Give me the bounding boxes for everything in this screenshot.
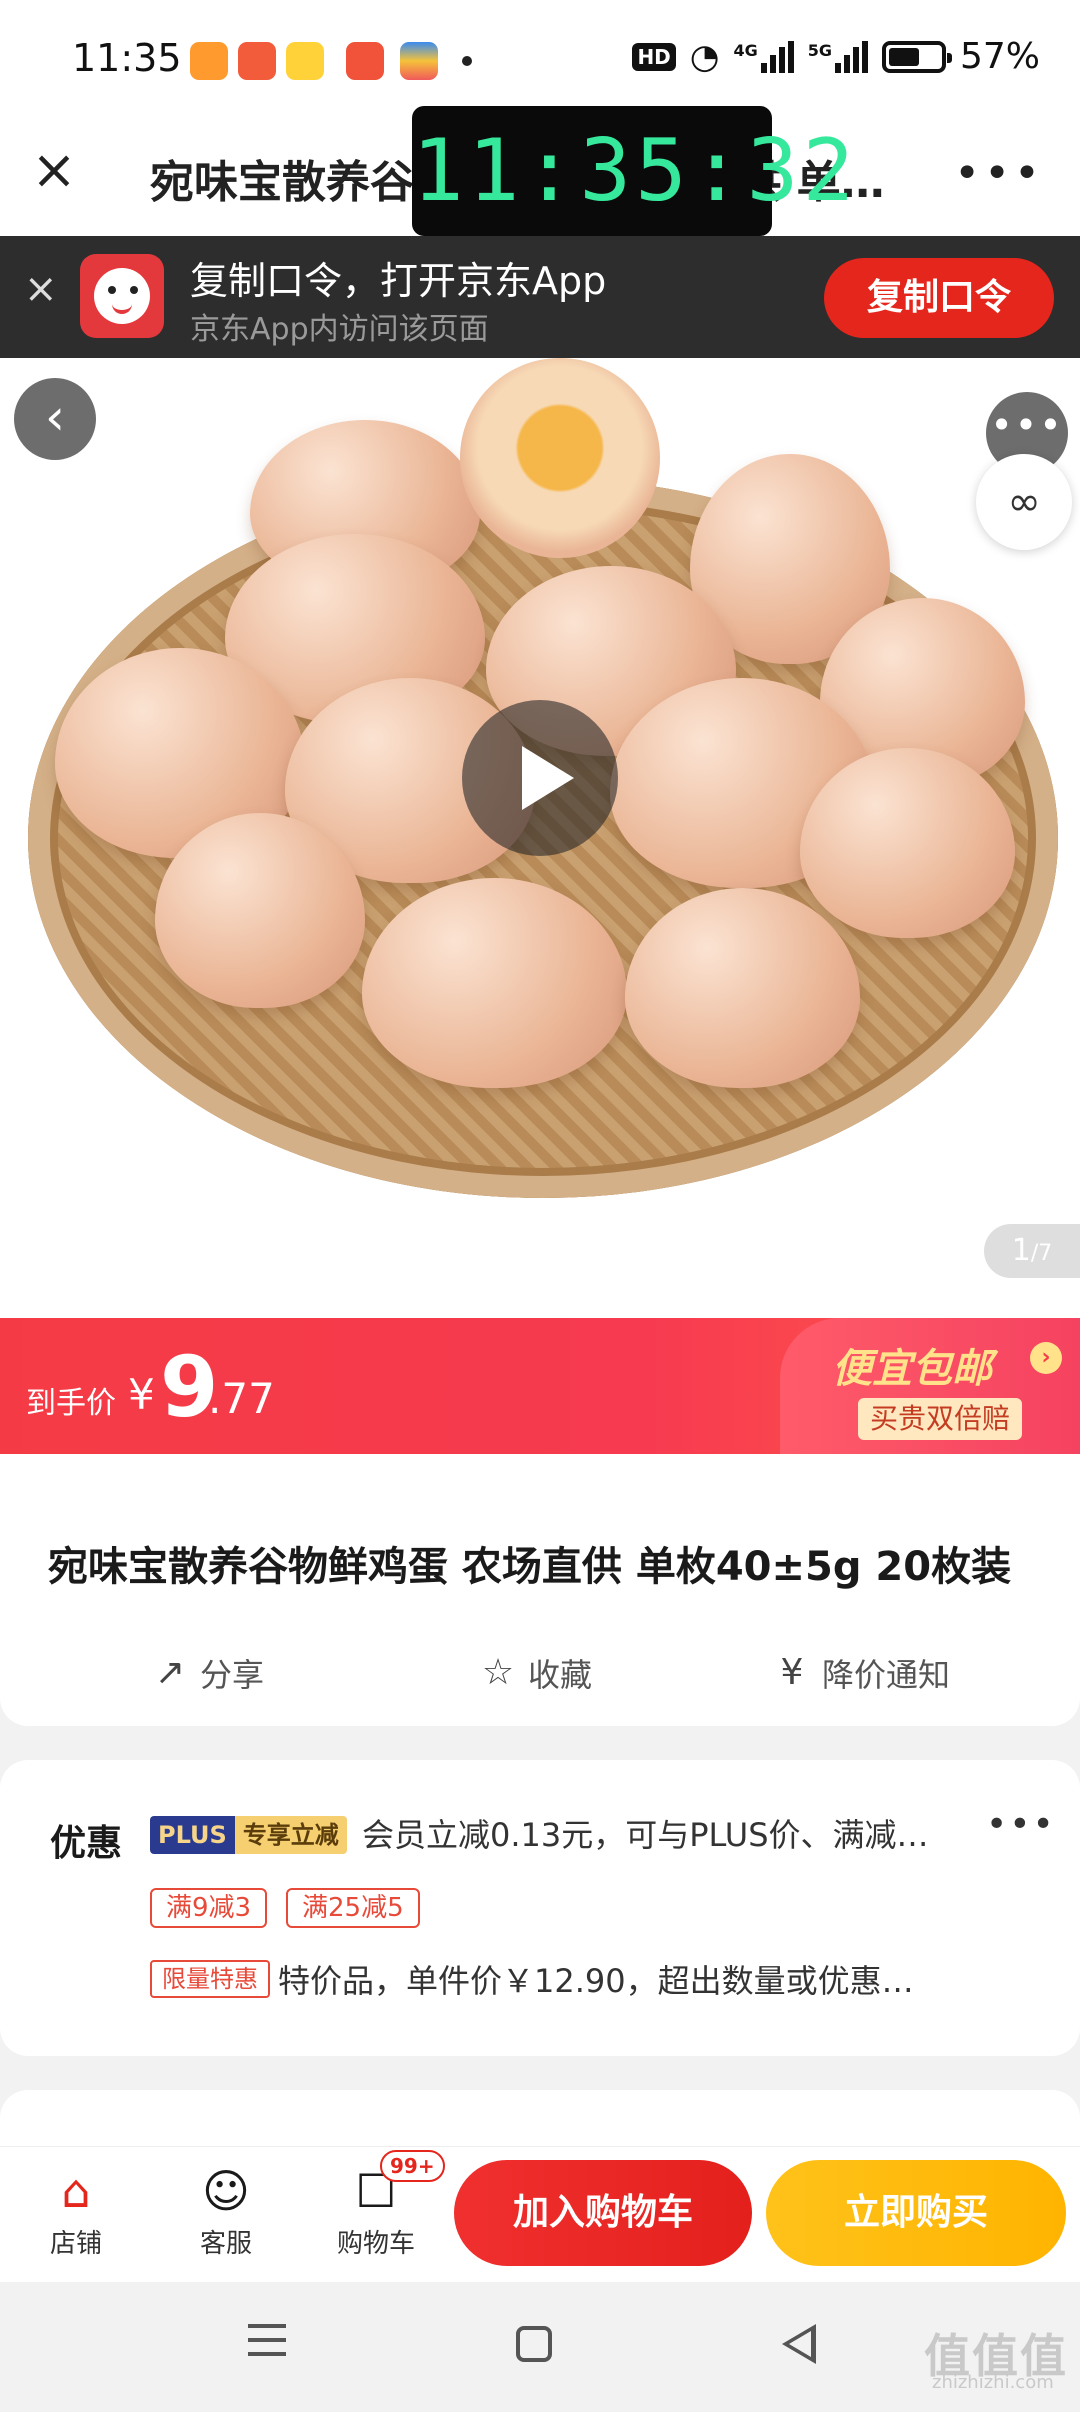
chat-icon: ☺ — [202, 2164, 250, 2218]
recent-apps-icon[interactable] — [248, 2324, 286, 2362]
more-notifications-dot — [462, 56, 472, 66]
battery-icon — [881, 40, 952, 73]
share-link-icon[interactable]: ∞ — [976, 454, 1072, 550]
signal-4g-icon: 4G — [733, 40, 794, 73]
system-navigation-bar — [0, 2282, 1080, 2412]
offers-card[interactable]: 优惠 PLUS 专享立减 会员立减0.13元，可与PLUS价、满减… ••• 满9… — [0, 1760, 1080, 2056]
status-right: HD ◔ 4G 5G 57% — [632, 36, 1040, 77]
cracked-egg-image — [460, 358, 660, 558]
play-video-button[interactable] — [462, 700, 618, 856]
back-icon[interactable] — [782, 2324, 816, 2364]
open-app-banner: × 复制口令，打开京东App 京东App内访问该页面 复制口令 — [0, 236, 1080, 358]
app-notification-icon — [190, 42, 228, 80]
copy-code-button[interactable]: 复制口令 — [824, 258, 1054, 338]
customer-service-button[interactable]: ☺ 客服 — [166, 2161, 286, 2260]
star-icon: ☆ — [481, 1652, 515, 1693]
game-notification-icon — [238, 42, 276, 80]
share-action[interactable]: ↗ 分享 — [150, 1650, 264, 1696]
floating-clock: 11:35:32 — [412, 106, 854, 236]
product-title: 宛味宝散养谷物鲜鸡蛋 农场直供 单枚40±5g 20枚装 — [48, 1544, 1012, 1590]
meituan-notification-icon — [286, 42, 324, 80]
product-info-card: 宛味宝散养谷物鲜鸡蛋 农场直供 单枚40±5g 20枚装 ↗ 分享 ☆ 收藏 ¥… — [0, 1454, 1080, 1726]
gallery-page-indicator: 1/7 — [984, 1224, 1080, 1278]
share-icon: ↗ — [154, 1652, 186, 1693]
cart-label: 购物车 — [336, 2229, 415, 2259]
special-price-text: 特价品，单件价￥12.90，超出数量或优惠… — [278, 1962, 914, 2000]
next-section-card — [0, 2090, 1080, 2150]
price-label: 到手价 — [26, 1386, 116, 1421]
share-label: 分享 — [200, 1656, 265, 1694]
status-time: 11:35 — [72, 36, 182, 80]
back-arrow-icon[interactable]: ‹ — [14, 378, 96, 460]
member-discount-text: 会员立减0.13元，可与PLUS价、满减… — [362, 1816, 929, 1854]
service-label: 客服 — [199, 2229, 252, 2259]
favorite-action[interactable]: ☆ 收藏 — [478, 1650, 592, 1696]
wifi-icon: ◔ — [689, 36, 720, 77]
chevron-right-icon: › — [1030, 1342, 1062, 1374]
signal-5g-icon: 5G — [808, 40, 868, 73]
buy-now-button[interactable]: 立即购买 — [766, 2160, 1066, 2266]
coupon-tag[interactable]: 满25减5 — [286, 1888, 420, 1928]
price-alert-label: 降价通知 — [822, 1656, 951, 1694]
banner-title: 复制口令，打开京东App — [190, 259, 607, 303]
price-banner: 到手价 ¥ 9 .77 便宜包邮 › 买贵双倍赔 — [0, 1318, 1080, 1454]
product-gallery[interactable]: ‹ ••• ∞ 1/7 — [0, 358, 1080, 1318]
add-to-cart-button[interactable]: 加入购物车 — [454, 2160, 752, 2266]
close-icon[interactable]: × — [28, 143, 80, 197]
price-decimal: .77 — [208, 1374, 275, 1423]
coupon-tag[interactable]: 满9减3 — [150, 1888, 268, 1928]
offers-label: 优惠 — [50, 1823, 123, 1864]
favorite-label: 收藏 — [528, 1656, 593, 1694]
free-shipping-label: 便宜包邮 — [832, 1346, 992, 1392]
wallet-notification-icon — [400, 42, 438, 80]
plus-badge: PLUS 专享立减 — [150, 1816, 347, 1854]
hd-icon: HD — [632, 42, 676, 71]
banner-close-icon[interactable]: × — [24, 266, 58, 312]
shopping-notification-icon — [346, 42, 384, 80]
shop-icon: ⌂ — [61, 2164, 91, 2218]
price-currency: ¥ — [128, 1370, 155, 1419]
shop-button[interactable]: ⌂ 店铺 — [16, 2161, 136, 2260]
price-tag-icon: ¥ — [780, 1652, 804, 1693]
limited-offer-tag: 限量特惠 — [150, 1960, 270, 1998]
banner-subtitle: 京东App内访问该页面 — [190, 312, 489, 347]
price-alert-action[interactable]: ¥ 降价通知 — [772, 1650, 950, 1696]
shop-label: 店铺 — [49, 2229, 102, 2259]
battery-percent: 57% — [959, 36, 1040, 77]
status-bar: 11:35 HD ◔ 4G 5G 57% — [0, 0, 1080, 122]
watermark-url: zhizhizhi.com — [932, 2372, 1054, 2393]
home-icon[interactable] — [516, 2326, 552, 2362]
more-menu-button[interactable]: ••• — [954, 148, 1044, 199]
jd-app-logo — [80, 254, 164, 338]
cart-count-badge: 99+ — [380, 2150, 445, 2182]
price-guarantee-tag: 买贵双倍赔 — [858, 1398, 1023, 1440]
more-offers-icon[interactable]: ••• — [986, 1804, 1056, 1845]
